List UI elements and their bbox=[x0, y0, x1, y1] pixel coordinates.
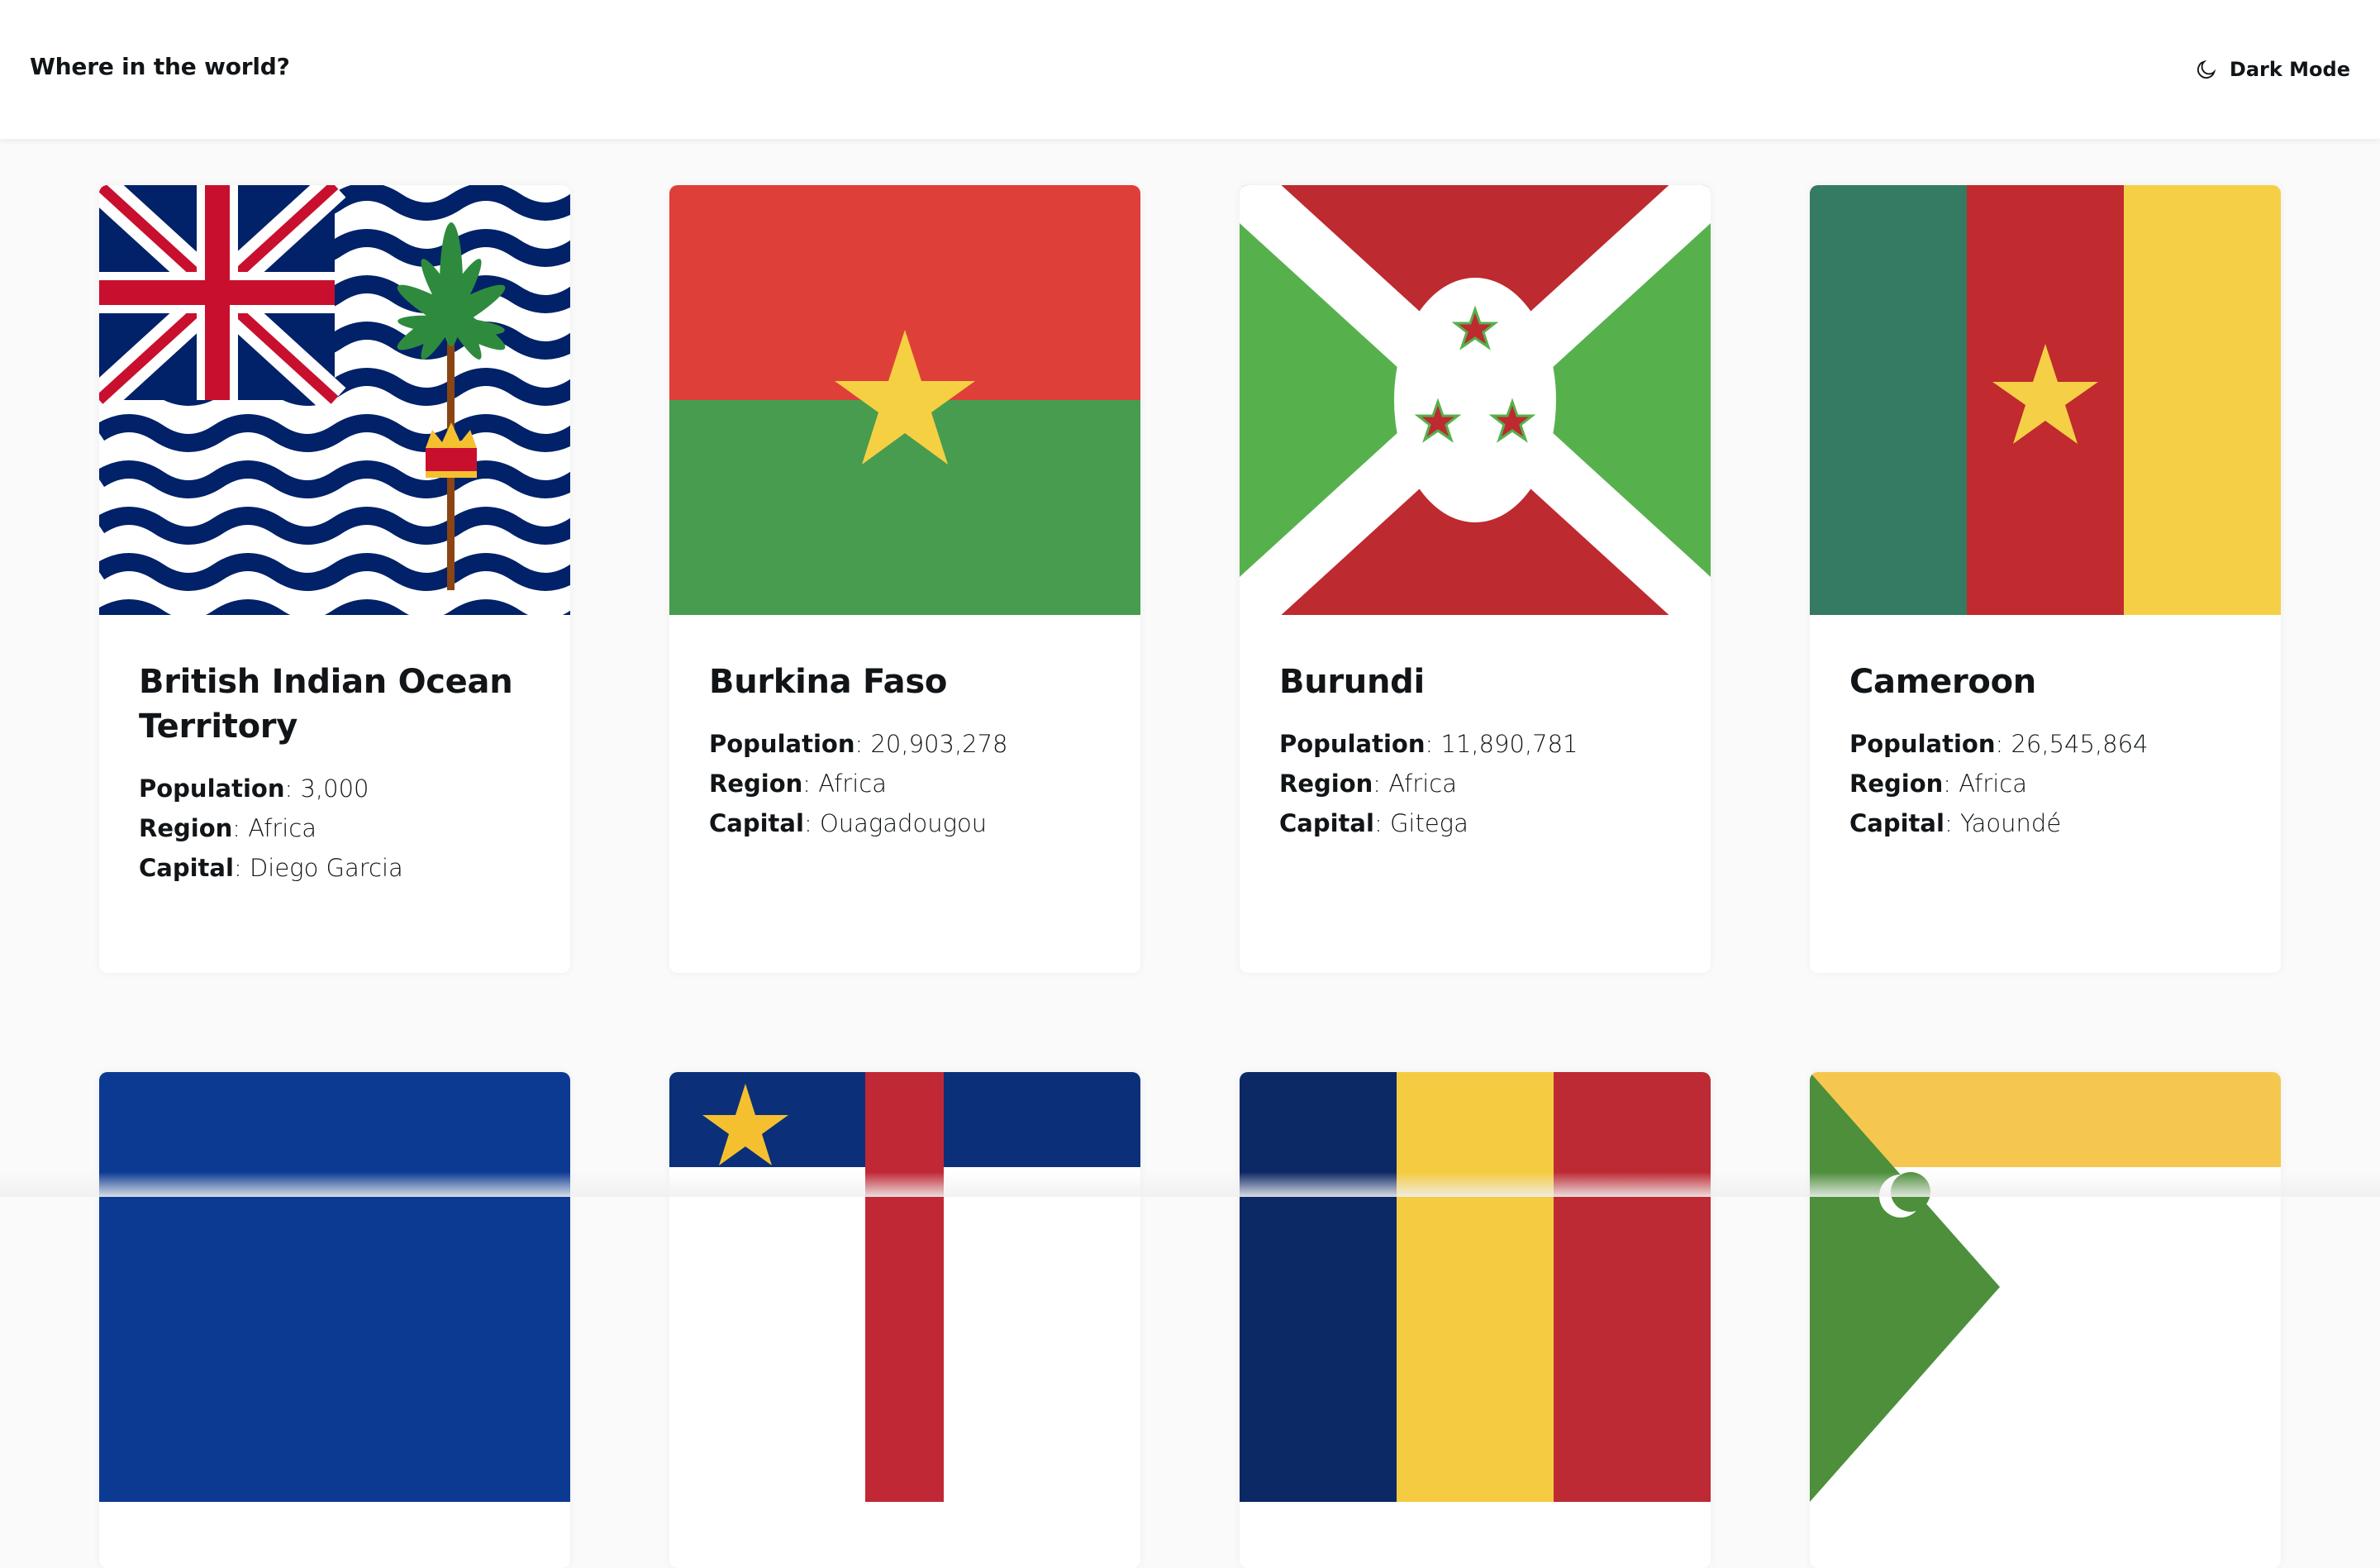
region-label: Region bbox=[1849, 770, 1944, 798]
population-value: 3,000 bbox=[300, 774, 369, 803]
flag-image bbox=[1810, 1072, 2281, 1502]
dark-mode-toggle[interactable]: Dark Mode bbox=[2195, 53, 2350, 86]
capital-row: Capital: Diego Garcia bbox=[139, 854, 403, 882]
card-info: Burkina Faso Population: 20,903,278 Regi… bbox=[669, 615, 1140, 843]
flag-image bbox=[669, 185, 1140, 615]
population-row: Population: 26,545,864 bbox=[1849, 730, 2149, 758]
region-label: Region bbox=[139, 814, 233, 842]
card-info: British Indian Ocean Territory Populatio… bbox=[99, 615, 570, 888]
country-name: Burkina Faso bbox=[709, 663, 948, 701]
country-card[interactable] bbox=[99, 1072, 570, 1568]
country-card[interactable] bbox=[1810, 1072, 2281, 1568]
flag-image bbox=[1810, 185, 2281, 615]
moon-icon bbox=[2197, 60, 2216, 79]
population-row: Population: 11,890,781 bbox=[1279, 730, 1578, 758]
flag-image bbox=[1240, 1072, 1711, 1502]
region-row: Region: Africa bbox=[1279, 770, 1457, 798]
page-title: Where in the world? bbox=[30, 53, 290, 80]
region-value: Africa bbox=[1388, 770, 1457, 798]
country-name: British Indian Ocean Territory bbox=[139, 663, 513, 746]
dark-mode-label: Dark Mode bbox=[2229, 58, 2350, 81]
country-name: Cameroon bbox=[1849, 663, 2036, 701]
card-info: Burundi Population: 11,890,781 Region: A… bbox=[1240, 615, 1711, 843]
capital-value: Yaoundé bbox=[1959, 809, 2062, 837]
capital-label: Capital bbox=[139, 854, 234, 882]
country-card[interactable] bbox=[1240, 1072, 1711, 1568]
population-label: Population bbox=[1849, 730, 1996, 758]
population-value: 11,890,781 bbox=[1440, 730, 1578, 758]
country-card[interactable]: Burkina Faso Population: 20,903,278 Regi… bbox=[669, 185, 1140, 973]
country-card[interactable]: Burundi Population: 11,890,781 Region: A… bbox=[1240, 185, 1711, 973]
region-row: Region: Africa bbox=[1849, 770, 2027, 798]
capital-label: Capital bbox=[1849, 809, 1944, 837]
app-header: Where in the world? Dark Mode bbox=[0, 0, 2380, 139]
country-card[interactable]: Cameroon Population: 26,545,864 Region: … bbox=[1810, 185, 2281, 973]
country-card[interactable]: British Indian Ocean Territory Populatio… bbox=[99, 185, 570, 973]
capital-row: Capital: Ouagadougou bbox=[709, 809, 988, 837]
capital-value: Ouagadougou bbox=[819, 809, 988, 837]
region-label: Region bbox=[709, 770, 803, 798]
flag-image bbox=[99, 185, 570, 615]
capital-value: Gitega bbox=[1389, 809, 1468, 837]
capital-value: Diego Garcia bbox=[249, 854, 403, 882]
population-value: 26,545,864 bbox=[2011, 730, 2149, 758]
region-label: Region bbox=[1279, 770, 1373, 798]
flag-image bbox=[1240, 185, 1711, 615]
card-info: Cameroon Population: 26,545,864 Region: … bbox=[1810, 615, 2281, 843]
capital-label: Capital bbox=[1279, 809, 1374, 837]
capital-row: Capital: Gitega bbox=[1279, 809, 1468, 837]
flag-image bbox=[669, 1072, 1140, 1502]
population-label: Population bbox=[709, 730, 855, 758]
capital-label: Capital bbox=[709, 809, 804, 837]
country-card[interactable] bbox=[669, 1072, 1140, 1568]
population-row: Population: 3,000 bbox=[139, 774, 369, 803]
scroll-fade bbox=[0, 1172, 2380, 1197]
country-name: Burundi bbox=[1279, 663, 1425, 701]
region-value: Africa bbox=[248, 814, 317, 842]
population-label: Population bbox=[139, 774, 285, 803]
population-label: Population bbox=[1279, 730, 1426, 758]
region-row: Region: Africa bbox=[709, 770, 887, 798]
capital-row: Capital: Yaoundé bbox=[1849, 809, 2062, 837]
flag-image bbox=[99, 1072, 570, 1502]
region-value: Africa bbox=[818, 770, 887, 798]
region-row: Region: Africa bbox=[139, 814, 317, 842]
population-value: 20,903,278 bbox=[870, 730, 1008, 758]
region-value: Africa bbox=[1959, 770, 2027, 798]
population-row: Population: 20,903,278 bbox=[709, 730, 1008, 758]
